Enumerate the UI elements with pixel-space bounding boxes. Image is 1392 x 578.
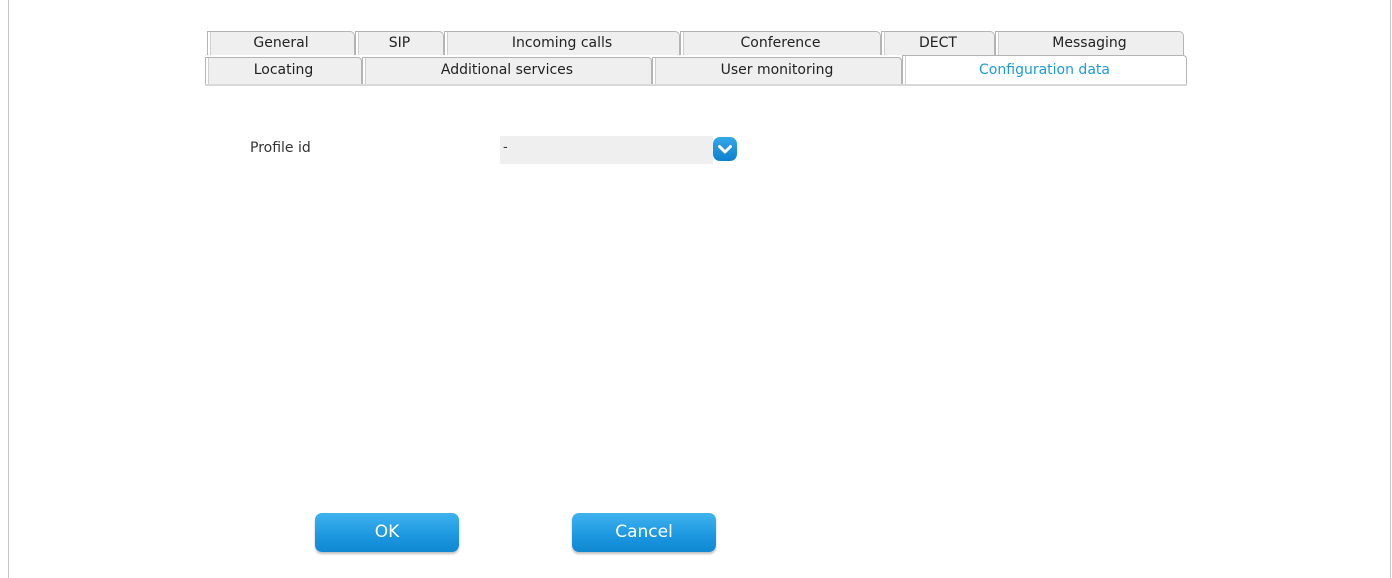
profile-id-select[interactable]: - xyxy=(500,136,713,164)
cancel-button[interactable]: Cancel xyxy=(572,513,716,552)
chevron-down-icon[interactable] xyxy=(713,137,737,161)
dialog-frame xyxy=(8,0,1391,578)
tab-messaging[interactable]: Messaging xyxy=(995,31,1184,55)
tab-incoming-calls[interactable]: Incoming calls xyxy=(444,31,680,55)
profile-id-label: Profile id xyxy=(250,140,311,156)
tab-conference[interactable]: Conference xyxy=(680,31,881,55)
tab-additional-services[interactable]: Additional services xyxy=(362,57,652,86)
tab-locating[interactable]: Locating xyxy=(205,57,362,86)
tab-strip-divider xyxy=(205,84,1187,86)
tab-user-monitoring[interactable]: User monitoring xyxy=(652,57,902,86)
tab-general[interactable]: General xyxy=(207,31,355,55)
tab-dect[interactable]: DECT xyxy=(881,31,995,55)
tab-configuration-data[interactable]: Configuration data xyxy=(902,55,1187,86)
tab-sip[interactable]: SIP xyxy=(355,31,444,55)
ok-button[interactable]: OK xyxy=(315,513,459,552)
